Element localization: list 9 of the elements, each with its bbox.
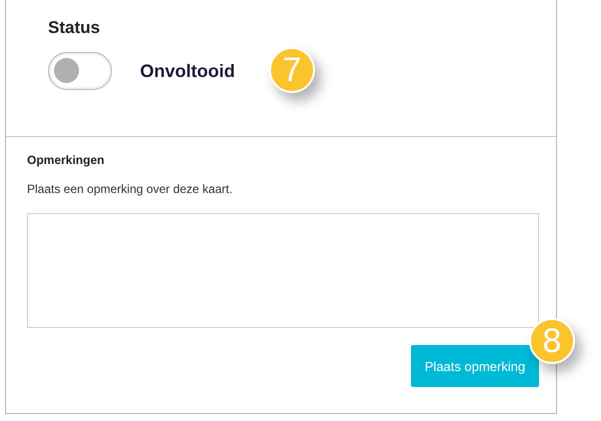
comments-description: Plaats een opmerking over deze kaart.: [27, 182, 234, 196]
status-toggle[interactable]: [48, 52, 112, 90]
comment-field[interactable]: [27, 213, 539, 328]
toggle-label: Onvoltooid: [140, 60, 235, 82]
step-badge: 7: [269, 47, 315, 93]
post-comment-button[interactable]: Plaats opmerking: [411, 345, 539, 387]
step-badge: 8: [529, 318, 575, 364]
status-label: Status: [48, 18, 101, 38]
comments-heading: Opmerkingen: [27, 153, 106, 167]
